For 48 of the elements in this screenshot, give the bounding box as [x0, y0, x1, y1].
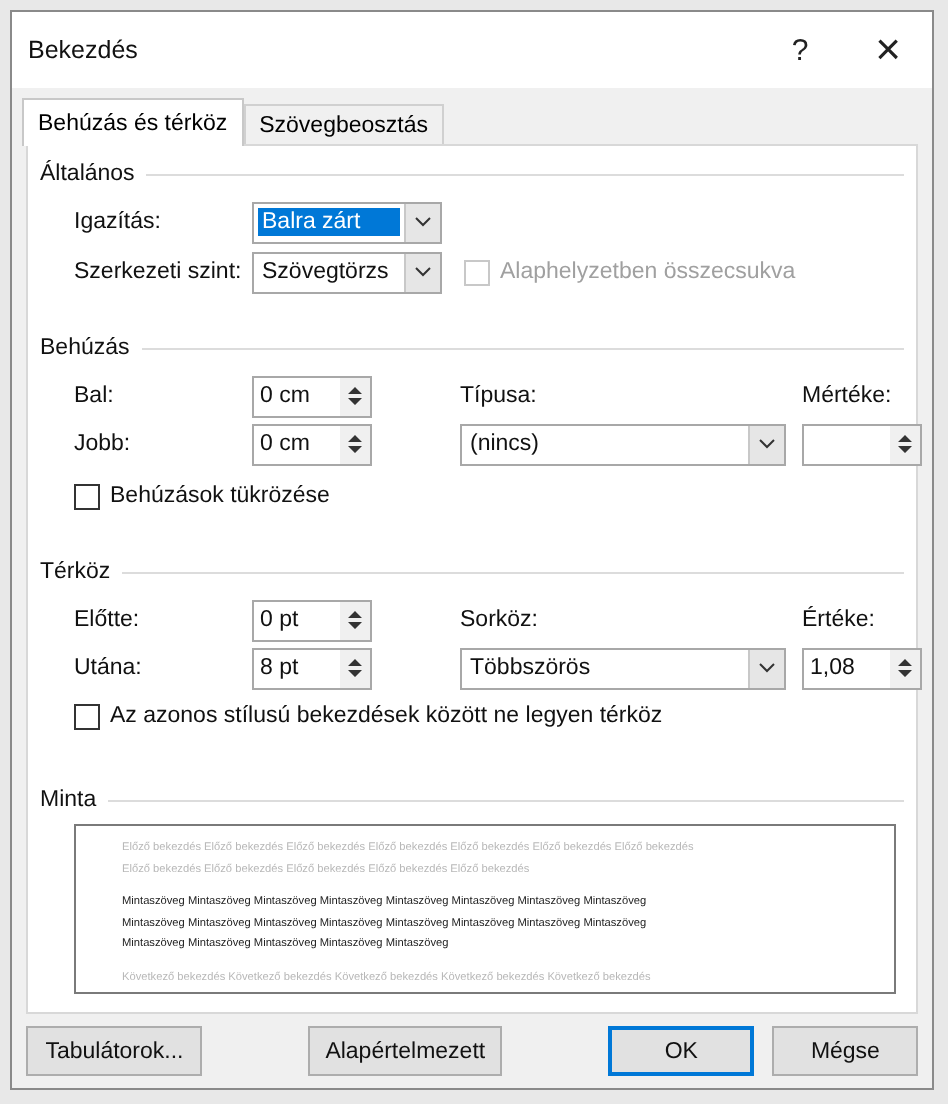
checkbox[interactable]: [74, 703, 100, 729]
spin-arrows-icon: [890, 649, 920, 687]
dialog-button[interactable]: Alapértelmezett: [308, 1026, 502, 1076]
spin-field[interactable]: [802, 423, 922, 465]
tab[interactable]: Szövegbeosztás: [243, 104, 444, 146]
section-title: Térköz: [40, 560, 111, 584]
spin-field[interactable]: 0 cm: [252, 375, 372, 417]
field-label: Értéke:: [802, 608, 877, 632]
outline-level-dropdown[interactable]: Szövegtörzs: [252, 251, 442, 293]
spin-arrows-icon: [340, 649, 370, 687]
checkbox[interactable]: [74, 483, 100, 509]
chevron-icon: [404, 203, 440, 241]
field-label: Típusa:: [460, 384, 539, 408]
chevron-icon: [404, 253, 440, 291]
line-spacing-dropdown[interactable]: Többszörös: [460, 647, 786, 689]
help-button[interactable]: ?: [756, 12, 844, 88]
spin-field[interactable]: 1,08: [802, 647, 922, 689]
dialog-button[interactable]: OK: [607, 1026, 755, 1076]
close-button[interactable]: ×: [844, 12, 932, 88]
chevron-icon: [748, 649, 784, 687]
spin-field[interactable]: 8 pt: [252, 647, 372, 689]
spin-arrows-icon: [890, 425, 920, 463]
field-label: Jobb:: [74, 432, 133, 456]
field-label: Sorköz:: [460, 608, 540, 632]
section-title: Behúzás: [40, 336, 130, 360]
dialog-button[interactable]: Tabulátorok...: [26, 1026, 203, 1076]
section-title: Általános: [40, 162, 135, 186]
checkbox-label: Alaphelyzetben összecsukva: [500, 260, 796, 284]
alignment-dropdown[interactable]: Balra zárt: [252, 201, 442, 243]
spin-field[interactable]: 0 pt: [252, 599, 372, 641]
field-label: Utána:: [74, 656, 144, 680]
tab[interactable]: Behúzás és térköz: [22, 98, 244, 146]
field-label: Szerkezeti szint:: [74, 260, 244, 284]
spin-arrows-icon: [340, 601, 370, 639]
window-title: Bekezdés: [28, 36, 140, 64]
field-label: Igazítás:: [74, 210, 163, 234]
field-label: Bal:: [74, 384, 116, 408]
spin-field[interactable]: 0 cm: [252, 423, 372, 465]
spin-arrows-icon: [340, 425, 370, 463]
spin-arrows-icon: [340, 377, 370, 415]
field-label: Előtte:: [74, 608, 142, 632]
field-label: Mértéke:: [802, 384, 894, 408]
chevron-icon: [748, 425, 784, 463]
section-title: Minta: [40, 788, 97, 812]
indent-type-dropdown[interactable]: (nincs): [460, 423, 786, 465]
checkbox-label: Az azonos stílusú bekezdések között ne legyen térköz: [110, 704, 663, 728]
dialog-button[interactable]: Mégse: [772, 1026, 918, 1076]
checkbox-label: Behúzások tükrözése: [110, 484, 330, 508]
